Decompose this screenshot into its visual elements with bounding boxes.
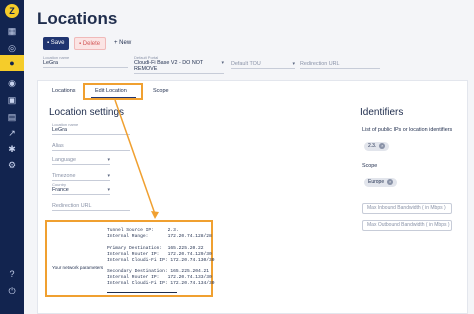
annotation-arrow xyxy=(114,99,159,219)
